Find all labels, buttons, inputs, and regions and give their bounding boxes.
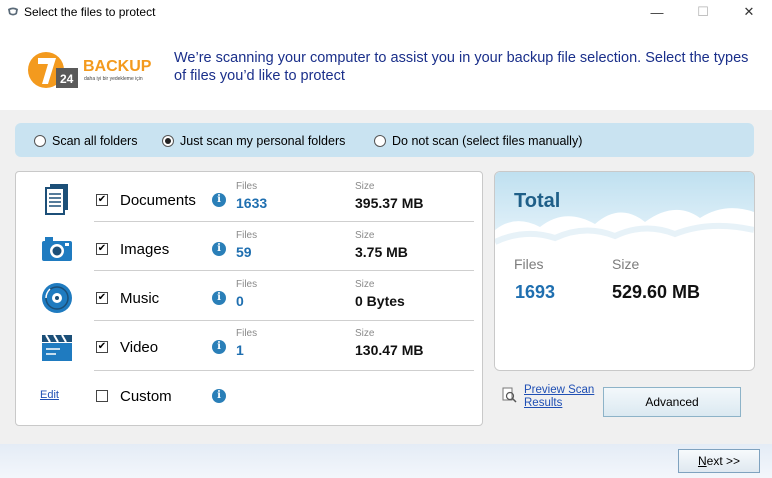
video-label: Video [120, 339, 159, 356]
files-label: Files [236, 230, 258, 241]
row-divider [94, 270, 474, 271]
images-info-icon[interactable]: i [212, 242, 226, 256]
music-files-count: 0 [236, 293, 244, 309]
minimize-button[interactable]: — [634, 0, 680, 24]
images-files-count: 59 [236, 244, 252, 260]
documents-files-count: 1633 [236, 195, 268, 211]
document-icon [45, 184, 68, 215]
edit-custom-link[interactable]: Edit [40, 389, 59, 401]
video-size: 130.47 MB [355, 342, 424, 358]
row-divider [94, 320, 474, 321]
documents-info-icon[interactable]: i [212, 193, 226, 207]
documents-checkbox[interactable]: ✔ [96, 194, 108, 206]
custom-label: Custom [120, 388, 172, 405]
custom-info-icon[interactable]: i [212, 389, 226, 403]
next-button-mnemonic: N [697, 454, 707, 468]
video-checkbox[interactable]: ✔ [96, 341, 108, 353]
radio-label: Do not scan (select files manually) [392, 134, 583, 148]
radio-indicator[interactable] [34, 135, 46, 147]
title-bar: Select the files to protect — ☐ ✕ [0, 0, 772, 24]
files-label: Files [236, 181, 258, 192]
images-size: 3.75 MB [355, 244, 408, 260]
music-size: 0 Bytes [355, 293, 405, 309]
radio-indicator[interactable] [374, 135, 386, 147]
svg-text:daha iyi bir yedekleme için: daha iyi bir yedekleme için [84, 76, 143, 82]
music-checkbox[interactable]: ✔ [96, 292, 108, 304]
radio-label: Scan all folders [52, 134, 138, 148]
radio-no-scan[interactable]: Do not scan (select files manually) [374, 134, 582, 148]
svg-text:BACKUP: BACKUP [83, 58, 152, 75]
size-label: Size [355, 181, 375, 192]
preview-scan-results-link[interactable]: Preview Scan Results [524, 384, 604, 410]
preview-magnifier-icon [502, 387, 517, 403]
files-label: Files [236, 328, 258, 339]
size-label: Size [355, 328, 375, 339]
total-size-label: Size [612, 256, 640, 272]
total-files-label: Files [514, 256, 544, 272]
total-files-count: 1693 [515, 282, 556, 302]
radio-scan-personal[interactable]: Just scan my personal folders [162, 134, 345, 148]
images-label: Images [120, 241, 170, 258]
documents-label: Documents [120, 192, 196, 209]
custom-checkbox[interactable] [96, 390, 108, 402]
size-label: Size [355, 279, 375, 290]
files-label: Files [236, 279, 258, 290]
total-size: 529.60 MB [612, 282, 701, 302]
next-button-label: ext >> [706, 454, 741, 468]
advanced-button[interactable]: Advanced [603, 387, 741, 417]
music-label: Music [120, 290, 160, 307]
footer-bar [0, 444, 772, 478]
radio-label: Just scan my personal folders [180, 134, 346, 148]
next-button[interactable]: Next >> [678, 449, 760, 473]
disc-icon [42, 283, 72, 313]
video-files-count: 1 [236, 342, 244, 358]
radio-indicator[interactable] [162, 135, 174, 147]
clapperboard-icon [42, 334, 72, 361]
images-checkbox[interactable]: ✔ [96, 243, 108, 255]
app-icon [8, 7, 18, 16]
app-logo: 24 BACKUP daha iyi bir yedekleme için [28, 52, 152, 88]
row-divider [94, 370, 474, 371]
music-info-icon[interactable]: i [212, 291, 226, 305]
radio-scan-all[interactable]: Scan all folders [34, 134, 137, 148]
size-label: Size [355, 230, 375, 241]
maximize-button[interactable]: ☐ [680, 0, 726, 24]
scan-message: We’re scanning your computer to assist y… [174, 50, 749, 84]
backup-wizard-window: Select the files to protect — ☐ ✕ 24 BAC… [0, 0, 772, 478]
documents-size: 395.37 MB [355, 195, 424, 211]
close-button[interactable]: ✕ [726, 0, 772, 24]
video-info-icon[interactable]: i [212, 340, 226, 354]
row-divider [94, 221, 474, 222]
total-title: Total [514, 190, 561, 212]
svg-text:24: 24 [60, 72, 74, 86]
window-title: Select the files to protect [24, 5, 156, 19]
camera-icon [42, 237, 72, 261]
